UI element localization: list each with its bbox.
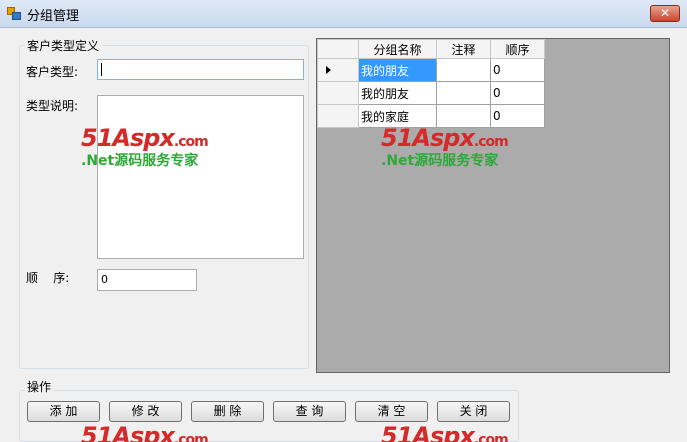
row-header[interactable]	[317, 58, 359, 82]
desc-textarea[interactable]	[97, 95, 304, 259]
cell-note[interactable]	[436, 81, 491, 105]
cell-order[interactable]: 0	[490, 58, 545, 82]
col-header-order[interactable]: 顺序	[490, 39, 545, 59]
group-grid[interactable]: 分组名称 注释 顺序 我的朋友 0 我的朋友 0 我的家庭 0	[316, 38, 670, 373]
cell-note[interactable]	[436, 58, 491, 82]
row-header[interactable]	[317, 104, 359, 128]
col-header-name[interactable]: 分组名称	[358, 39, 437, 59]
window-title: 分组管理	[27, 9, 80, 24]
modify-button[interactable]: 修 改	[109, 401, 182, 422]
desc-label: 类型说明:	[26, 99, 79, 113]
grid-corner-header	[317, 39, 359, 59]
group-grid-table: 分组名称 注释 顺序 我的朋友 0 我的朋友 0 我的家庭 0	[317, 39, 545, 128]
title-bar[interactable]: 分组管理 ✕	[0, 0, 687, 28]
clear-button[interactable]: 清 空	[355, 401, 428, 422]
cell-order[interactable]: 0	[490, 104, 545, 128]
table-row[interactable]: 我的家庭 0	[317, 104, 545, 128]
app-icon	[7, 7, 21, 20]
operations-group-title: 操作	[25, 378, 54, 395]
text-caret	[101, 63, 102, 76]
exit-button[interactable]: 关 闭	[437, 401, 510, 422]
delete-button[interactable]: 删 除	[191, 401, 264, 422]
col-header-note[interactable]: 注释	[436, 39, 491, 59]
table-row[interactable]: 我的朋友 0	[317, 81, 545, 105]
cell-name[interactable]: 我的朋友	[358, 81, 437, 105]
order-label: 顺 序:	[26, 271, 70, 285]
cell-name[interactable]: 我的家庭	[358, 104, 437, 128]
close-button[interactable]: ✕	[650, 5, 680, 22]
current-row-arrow-icon	[326, 66, 331, 74]
type-define-group-title: 客户类型定义	[25, 37, 102, 54]
type-label: 客户类型:	[26, 65, 79, 79]
cell-name[interactable]: 我的朋友	[358, 58, 437, 82]
type-input[interactable]	[97, 59, 304, 80]
cell-note[interactable]	[436, 104, 491, 128]
add-button[interactable]: 添 加	[27, 401, 100, 422]
order-input[interactable]: 0	[97, 269, 197, 291]
cell-order[interactable]: 0	[490, 81, 545, 105]
row-header[interactable]	[317, 81, 359, 105]
query-button[interactable]: 查 询	[273, 401, 346, 422]
table-row[interactable]: 我的朋友 0	[317, 58, 545, 82]
